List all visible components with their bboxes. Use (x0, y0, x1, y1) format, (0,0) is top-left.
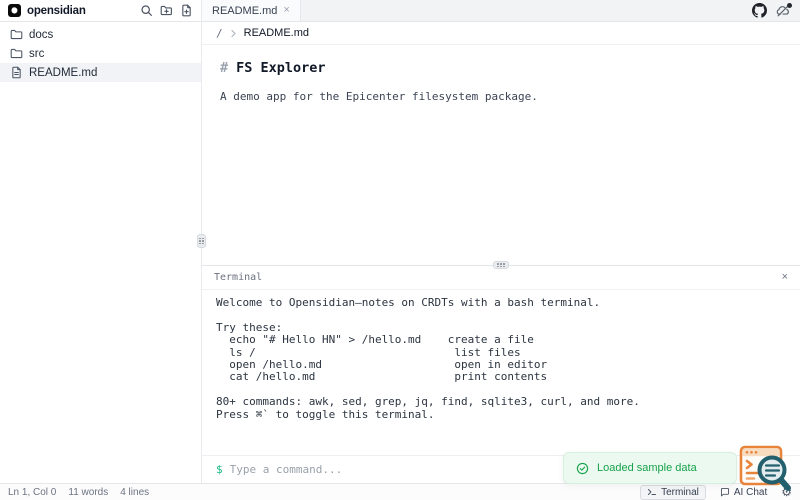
cursor-position: Ln 1, Col 0 (8, 486, 57, 498)
toast-message: Loaded sample data (597, 462, 697, 474)
tab-bar: README.md × (202, 0, 800, 21)
terminal-icon (647, 487, 657, 497)
tab-bar-spacer (301, 0, 752, 21)
terminal-title: Terminal (214, 272, 263, 283)
check-circle-icon (576, 462, 589, 475)
search-icon[interactable] (140, 4, 153, 17)
search-logo-overlay (738, 444, 794, 496)
heading-text: FS Explorer (236, 60, 326, 76)
app-title: opensidian (27, 4, 86, 17)
terminal-resize-handle[interactable] (493, 261, 509, 269)
folder-icon (10, 28, 23, 41)
terminal-toggle-button[interactable]: Terminal (640, 484, 706, 500)
terminal-header: Terminal × (202, 266, 800, 290)
app-logo (8, 4, 21, 17)
terminal-button-label: Terminal (661, 486, 699, 498)
terminal-panel: Terminal × Welcome to Opensidian—notes o… (202, 261, 800, 483)
sidebar-header: opensidian (0, 0, 202, 21)
file-icon (10, 66, 23, 79)
file-explorer-sidebar: docs src README.md (0, 22, 206, 483)
chevron-right-icon (231, 29, 236, 37)
terminal-close-icon[interactable]: × (782, 272, 788, 283)
status-bar: Ln 1, Col 0 11 words 4 lines Terminal AI… (0, 483, 800, 500)
heading-hash: # (220, 60, 229, 76)
sync-offline-icon[interactable] (776, 2, 792, 18)
sidebar-resize-handle[interactable] (197, 234, 206, 248)
tab-label: README.md (212, 4, 278, 17)
sidebar-item-label: docs (29, 28, 54, 41)
tab-close-icon[interactable]: × (283, 5, 289, 16)
window-magnifier-icon (739, 445, 791, 491)
status-dot (787, 2, 792, 8)
sidebar-item-label: README.md (29, 66, 98, 79)
breadcrumb-file[interactable]: README.md (244, 27, 309, 39)
editor-pane[interactable]: # FS Explorer A demo app for the Epicente… (202, 45, 800, 265)
sidebar-item-readme[interactable]: README.md (0, 63, 201, 82)
new-file-icon[interactable] (180, 4, 193, 17)
line-count: 4 lines (120, 486, 150, 498)
folder-icon (10, 47, 23, 60)
breadcrumb: / README.md (202, 22, 800, 45)
new-folder-icon[interactable] (160, 4, 173, 17)
tab-readme[interactable]: README.md × (202, 0, 301, 21)
markdown-heading: # FS Explorer (220, 60, 782, 76)
terminal-prompt: $ (216, 463, 223, 476)
sidebar-item-docs[interactable]: docs (0, 25, 201, 44)
top-header: opensidian README.md × (0, 0, 800, 22)
terminal-output[interactable]: Welcome to Opensidian—notes on CRDTs wit… (202, 290, 800, 455)
word-count: 11 words (68, 486, 109, 498)
toast-notification: Loaded sample data (563, 452, 737, 484)
sidebar-item-label: src (29, 47, 45, 60)
sidebar-item-src[interactable]: src (0, 44, 201, 63)
breadcrumb-root[interactable]: / (216, 27, 223, 40)
terminal-output-text: Welcome to Opensidian—notes on CRDTs wit… (216, 296, 640, 421)
github-icon[interactable] (752, 3, 767, 18)
chat-icon (720, 487, 730, 497)
markdown-paragraph: A demo app for the Epicenter filesystem … (220, 90, 538, 103)
